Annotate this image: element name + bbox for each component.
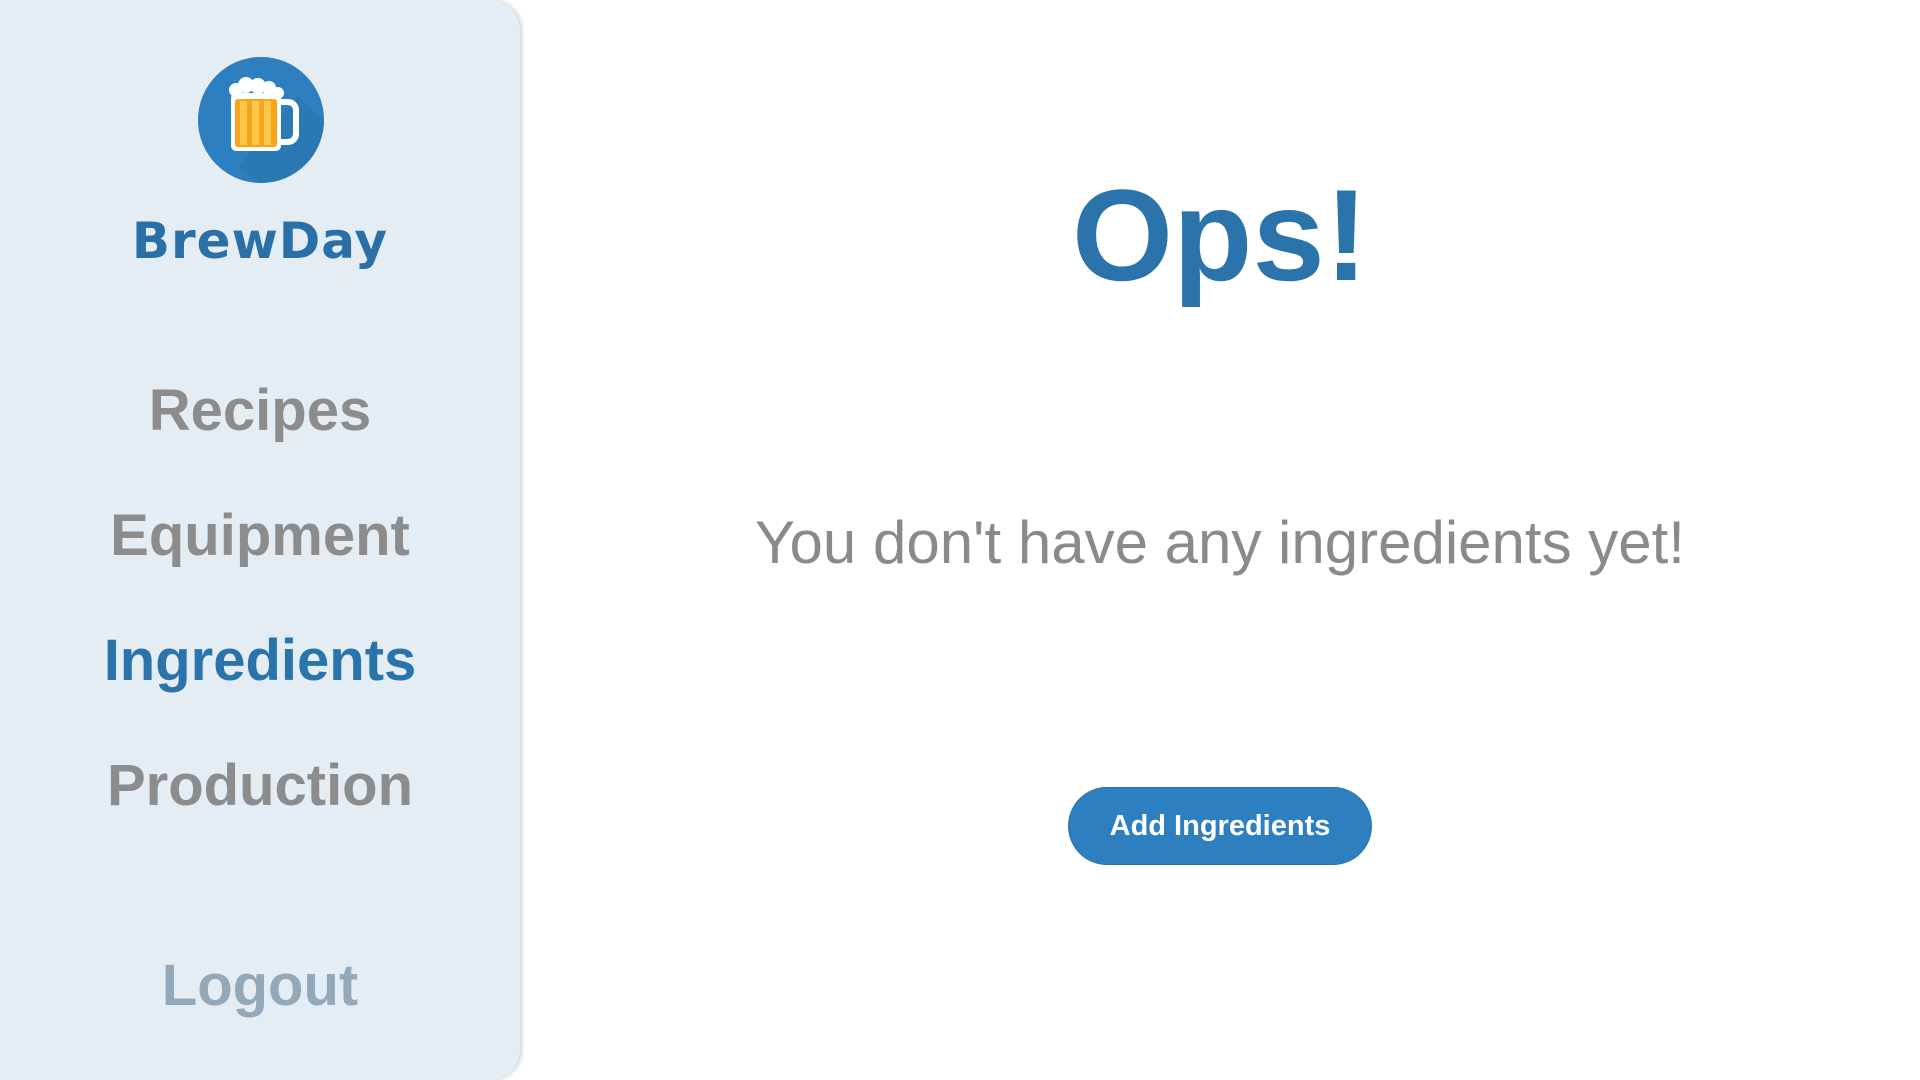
empty-state-message: You don't have any ingredients yet!	[755, 509, 1685, 576]
sidebar-item-production[interactable]: Production	[0, 752, 520, 819]
sidebar-item-equipment[interactable]: Equipment	[0, 502, 520, 569]
main-content: Ops! You don't have any ingredients yet!…	[520, 0, 1920, 1080]
brand-name: BrewDay	[131, 212, 389, 270]
app: BrewDay Recipes Equipment Ingredients Pr…	[0, 0, 1920, 1080]
page-title: Ops!	[1071, 162, 1369, 308]
beer-mug-icon-graphic	[198, 57, 324, 183]
add-ingredients-button[interactable]: Add Ingredients	[1068, 787, 1372, 865]
logout-button[interactable]: Logout	[0, 952, 520, 1019]
beer-mug-icon	[198, 57, 324, 183]
sidebar: BrewDay Recipes Equipment Ingredients Pr…	[0, 0, 520, 1080]
sidebar-item-ingredients[interactable]: Ingredients	[0, 627, 520, 694]
sidebar-item-recipes[interactable]: Recipes	[0, 377, 520, 444]
